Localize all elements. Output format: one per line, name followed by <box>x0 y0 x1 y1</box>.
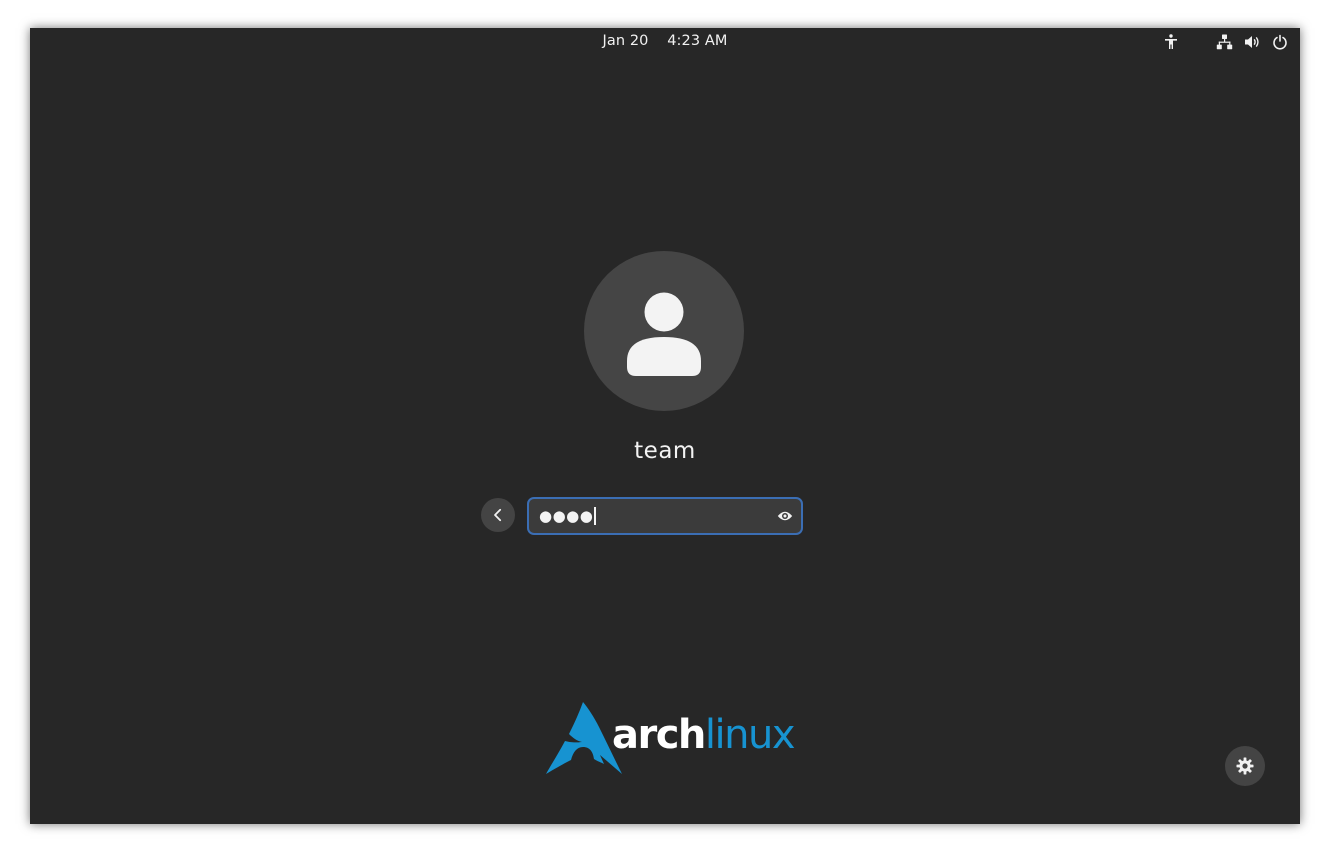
password-value: ●●●● <box>539 507 597 525</box>
back-button[interactable] <box>481 498 515 532</box>
session-settings-button[interactable] <box>1225 746 1265 786</box>
eye-icon <box>777 511 793 521</box>
login-screen: Jan 20 4:23 AM team ●●●● archlinux <box>30 28 1300 824</box>
text-cursor <box>594 507 597 525</box>
date-time[interactable]: Jan 20 4:23 AM <box>30 33 1300 49</box>
power-icon <box>1270 32 1290 52</box>
user-avatar <box>584 251 744 411</box>
arch-linux-logo: archlinux <box>546 702 796 776</box>
date-label: Jan 20 <box>602 33 649 49</box>
user-icon <box>627 292 701 376</box>
username-label: team <box>634 438 696 464</box>
logo-wordmark: archlinux <box>612 712 796 758</box>
gear-icon <box>1236 757 1254 775</box>
system-menu-button[interactable] <box>1214 32 1290 52</box>
accessibility-icon <box>1165 34 1177 49</box>
chevron-left-icon <box>494 508 502 522</box>
password-input[interactable]: ●●●● <box>527 497 803 535</box>
volume-icon <box>1242 32 1262 52</box>
arch-logo-icon <box>546 702 622 774</box>
time-label: 4:23 AM <box>667 33 728 49</box>
show-password-button[interactable] <box>775 506 795 526</box>
accessibility-menu-button[interactable] <box>1161 32 1181 52</box>
network-wired-icon <box>1214 32 1234 52</box>
